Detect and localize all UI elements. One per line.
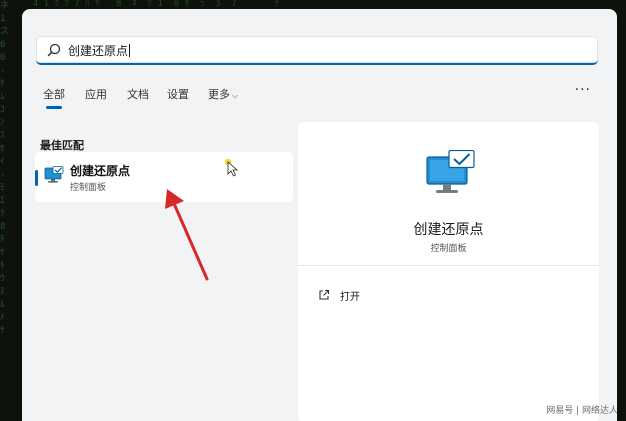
start-search-panel: 创建还原点 全部 应用 文档 设置 更多 ⌵ ··· 最佳匹配 创建还原点 控制面… <box>22 9 617 421</box>
open-label: 打开 <box>340 292 360 303</box>
watermark: 网易号 | 网络达人 <box>546 406 618 416</box>
text-caret <box>129 44 131 57</box>
red-arrow-annotation <box>165 189 209 281</box>
ellipsis-icon[interactable]: ··· <box>575 82 591 98</box>
selection-indicator <box>35 170 38 186</box>
detail-title: 创建还原点 <box>413 222 484 238</box>
tab-documents[interactable]: 文档 <box>127 86 149 102</box>
tab-all[interactable]: 全部 <box>43 86 65 109</box>
mouse-cursor-icon <box>225 159 239 177</box>
monitor-check-icon <box>426 150 475 193</box>
search-box[interactable]: 创建还原点 <box>36 36 598 65</box>
background-matrix-column: ネ 1 ス 6 0 - ﾀ ﾑ ｺ ﾝ ｽ ｾ ｲ - ﾓ ｴ ｸ 8 ﾁ ﾔ … <box>0 1 10 336</box>
divider <box>298 265 599 266</box>
chevron-down-icon: ⌵ <box>232 91 239 100</box>
tab-apps[interactable]: 应用 <box>85 86 107 102</box>
tab-more[interactable]: 更多 ⌵ <box>208 86 238 102</box>
result-subtitle: 控制面板 <box>70 183 107 193</box>
detail-pane: 创建还原点 控制面板 打开 <box>298 122 599 421</box>
background-matrix-top: 4 1 ｸ ﾂ 7 ﾊ ﾔ 8 ﾈ ﾂ 1 0 ﾀ ﾗ 3 7 ﾁ <box>22 0 280 9</box>
search-input[interactable]: 创建还原点 <box>68 42 131 59</box>
open-external-icon <box>319 289 330 300</box>
detail-subtitle: 控制面板 <box>430 244 467 254</box>
tab-settings[interactable]: 设置 <box>167 86 189 102</box>
result-title: 创建还原点 <box>70 164 131 178</box>
monitor-check-icon <box>44 166 64 183</box>
search-icon <box>47 43 61 57</box>
tab-more-label: 更多 <box>208 88 230 101</box>
best-match-heading: 最佳匹配 <box>40 139 84 152</box>
